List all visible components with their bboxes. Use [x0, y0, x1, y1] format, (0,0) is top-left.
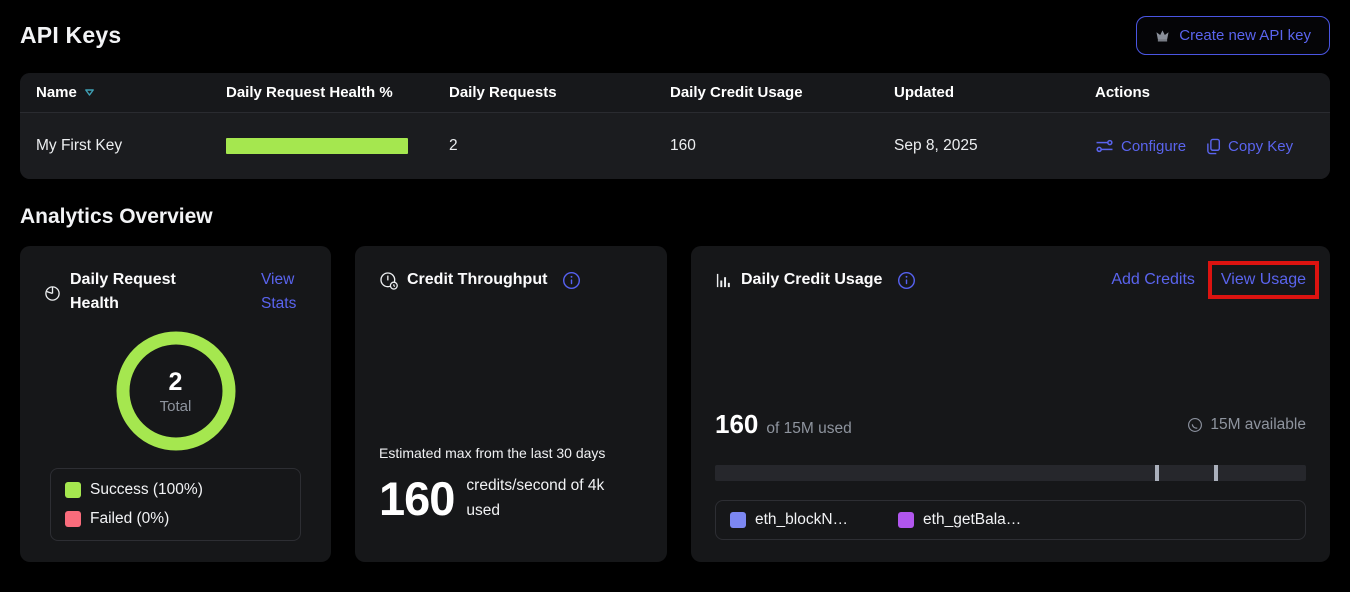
- column-name[interactable]: Name: [36, 84, 226, 101]
- usage-card-title: Daily Credit Usage: [741, 268, 882, 292]
- success-label: Success (100%): [90, 481, 203, 499]
- health-bar: [226, 138, 408, 154]
- daily-request-health-card: Daily Request Health View Stats 2 Total …: [20, 246, 331, 562]
- usage-legend: eth_blockN… eth_getBala…: [715, 500, 1306, 540]
- legend-item-failed: Failed (0%): [65, 510, 286, 528]
- pie-chart-icon: [44, 285, 61, 302]
- actions-cell: Configure Copy Key: [1095, 138, 1314, 155]
- eth-blocknumber-swatch: [730, 512, 746, 528]
- key-name: My First Key: [36, 137, 226, 155]
- usage-card-header: Daily Credit Usage Add Credits View Usag…: [715, 268, 1306, 292]
- donut-total-label: Total: [160, 398, 192, 415]
- view-usage-link[interactable]: View Usage: [1221, 271, 1306, 288]
- credits-available: 15M available: [1187, 416, 1306, 434]
- credits-available-label: 15M available: [1210, 416, 1306, 434]
- red-annotation-highlight: View Usage: [1208, 261, 1319, 299]
- progress-threshold-tick-2: [1214, 465, 1218, 481]
- daily-credit-usage-value: 160: [670, 137, 894, 155]
- column-daily-requests: Daily Requests: [449, 84, 670, 101]
- throughput-value: 160: [379, 471, 454, 526]
- sliders-icon: [1095, 139, 1114, 153]
- daily-credit-usage-card: Daily Credit Usage Add Credits View Usag…: [691, 246, 1330, 562]
- donut-center: 2 Total: [114, 329, 238, 453]
- column-actions: Actions: [1095, 84, 1314, 101]
- health-bar-cell: [226, 138, 449, 154]
- coin-icon: [1187, 417, 1203, 433]
- create-api-key-label: Create new API key: [1179, 27, 1311, 44]
- column-name-label: Name: [36, 84, 77, 101]
- legend-item-eth-blocknumber: eth_blockN…: [730, 511, 848, 529]
- health-card-title: Daily Request Health: [70, 268, 192, 316]
- failed-label: Failed (0%): [90, 510, 169, 528]
- gauge-icon: [379, 271, 398, 290]
- analytics-overview-title: Analytics Overview: [20, 205, 1330, 229]
- add-credits-link[interactable]: Add Credits: [1111, 271, 1195, 289]
- configure-button[interactable]: Configure: [1095, 138, 1186, 155]
- success-swatch: [65, 482, 81, 498]
- analytics-cards: Daily Request Health View Stats 2 Total …: [20, 246, 1330, 562]
- info-icon[interactable]: [562, 271, 581, 290]
- api-keys-header: API Keys Create new API key: [20, 16, 1330, 55]
- eth-blocknumber-label: eth_blockN…: [755, 511, 848, 529]
- column-health: Daily Request Health %: [226, 84, 449, 101]
- throughput-value-row: 160 credits/second of 4k used: [379, 471, 643, 526]
- api-keys-table: Name Daily Request Health % Daily Reques…: [20, 73, 1330, 179]
- throughput-card-header: Credit Throughput: [379, 268, 643, 292]
- create-api-key-button[interactable]: Create new API key: [1136, 16, 1330, 55]
- eth-getbalance-swatch: [898, 512, 914, 528]
- copy-key-label: Copy Key: [1228, 138, 1293, 155]
- credits-used-value: 160: [715, 409, 758, 440]
- usage-progress-bar: [715, 465, 1306, 481]
- eth-getbalance-label: eth_getBala…: [923, 511, 1021, 529]
- legend-item-eth-getbalance: eth_getBala…: [898, 511, 1021, 529]
- table-row[interactable]: My First Key 2 160 Sep 8, 2025 Configure…: [20, 113, 1330, 179]
- throughput-card-title: Credit Throughput: [407, 268, 547, 292]
- legend-item-success: Success (100%): [65, 481, 286, 499]
- usage-summary-row: 160 of 15M used 15M available: [715, 409, 1306, 440]
- health-legend: Success (100%) Failed (0%): [50, 468, 301, 541]
- page-title: API Keys: [20, 22, 121, 49]
- sort-descending-icon[interactable]: [84, 88, 95, 97]
- updated-value: Sep 8, 2025: [894, 137, 1095, 155]
- bar-chart-icon: [715, 272, 732, 289]
- column-updated: Updated: [894, 84, 1095, 101]
- copy-icon: [1206, 138, 1221, 155]
- health-donut-chart: 2 Total: [114, 329, 238, 453]
- health-card-header: Daily Request Health View Stats: [44, 268, 307, 316]
- usage-card-links: Add Credits View Usage: [1111, 271, 1306, 289]
- crown-icon: [1155, 29, 1170, 42]
- progress-threshold-tick-1: [1155, 465, 1159, 481]
- view-stats-link[interactable]: View Stats: [261, 268, 307, 316]
- table-header-row: Name Daily Request Health % Daily Reques…: [20, 73, 1330, 113]
- donut-total-value: 2: [169, 368, 183, 397]
- failed-swatch: [65, 511, 81, 527]
- info-icon[interactable]: [897, 271, 916, 290]
- configure-label: Configure: [1121, 138, 1186, 155]
- daily-requests-value: 2: [449, 137, 670, 155]
- copy-key-button[interactable]: Copy Key: [1206, 138, 1293, 155]
- dashboard-page: API Keys Create new API key Name Daily R…: [0, 0, 1350, 562]
- credits-used-suffix: of 15M used: [766, 420, 851, 438]
- throughput-unit: credits/second of 4k used: [466, 474, 634, 522]
- credit-throughput-card: Credit Throughput Estimated max from the…: [355, 246, 667, 562]
- column-daily-credit-usage: Daily Credit Usage: [670, 84, 894, 101]
- throughput-subtitle: Estimated max from the last 30 days: [379, 445, 643, 461]
